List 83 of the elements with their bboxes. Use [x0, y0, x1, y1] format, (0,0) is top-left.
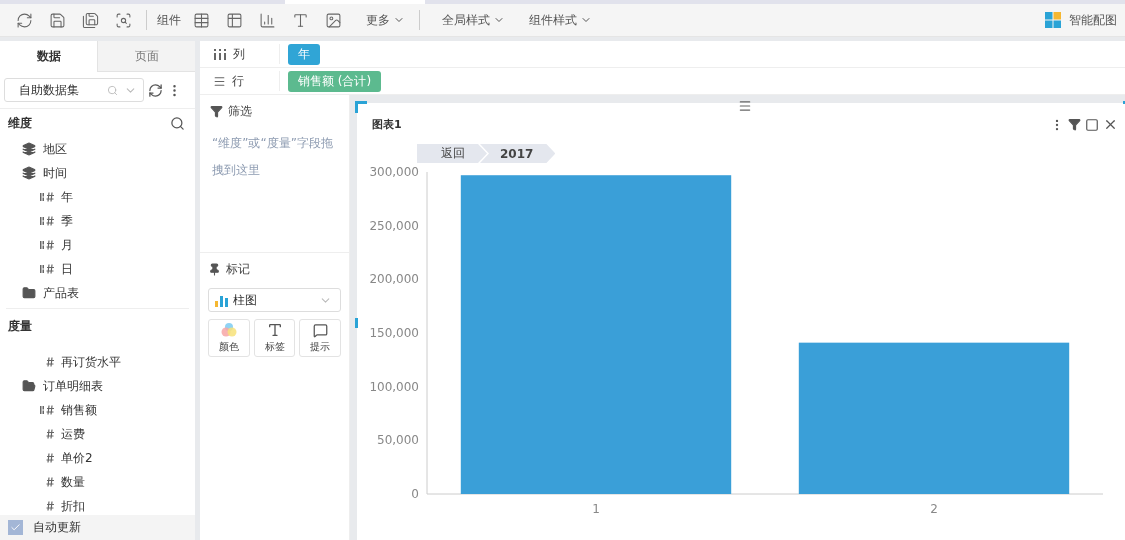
color-circles-icon	[220, 322, 237, 338]
axis-tick-label: 300,000	[369, 165, 419, 179]
checkbox-label: 自动更新	[33, 519, 81, 536]
menu-button[interactable]: 组件样式	[521, 7, 600, 33]
mark-button[interactable]: 提示	[299, 319, 341, 357]
axis-tick-label: 150,000	[369, 326, 419, 340]
section-title: 维度	[8, 114, 32, 132]
field-item[interactable]: 运费	[61, 425, 85, 443]
preview-icon	[115, 11, 132, 29]
check-icon	[10, 522, 21, 533]
panel-tab[interactable]: 页面	[97, 41, 195, 72]
field-item[interactable]: 销售额	[61, 401, 97, 419]
text-icon	[266, 322, 283, 338]
section-title: 度量	[8, 317, 32, 335]
filter-icon	[210, 105, 223, 118]
speech-bubble-icon	[312, 322, 328, 338]
field-item[interactable]: 地区	[43, 140, 67, 158]
date-field-icon	[40, 264, 54, 274]
pin-icon	[208, 263, 221, 276]
field-item[interactable]: 单价2	[61, 449, 93, 467]
field-item[interactable]: 订单明细表	[43, 377, 103, 395]
axis-tick-label: 1	[592, 502, 600, 516]
save-as-icon	[82, 11, 99, 29]
image-icon	[325, 11, 342, 29]
columns-icon	[213, 48, 227, 60]
chart-title: 图表1	[372, 117, 402, 132]
crosstab-icon	[226, 11, 243, 29]
refresh-icon	[16, 11, 33, 29]
axis-tick-label: 200,000	[369, 272, 419, 287]
menu-button[interactable]: 全局样式	[434, 7, 513, 33]
bar-chart-icon	[259, 11, 276, 29]
shelf-label: 行	[232, 72, 244, 90]
maximize-icon	[1085, 117, 1099, 132]
axis-tick-label: 250,000	[369, 218, 419, 233]
resize-corner[interactable]	[355, 101, 367, 113]
folder-icon	[22, 286, 36, 300]
menu-button[interactable]: 更多	[358, 7, 413, 33]
text-box-icon	[292, 11, 309, 29]
layers-icon	[22, 166, 36, 180]
close-icon	[1103, 117, 1118, 132]
axis-tick-label: 50,000	[377, 433, 419, 448]
breadcrumb-item[interactable]: 2017	[480, 144, 556, 163]
field-item[interactable]: 数量	[61, 473, 85, 491]
refresh-icon	[148, 82, 163, 98]
folder-icon	[22, 379, 36, 393]
date-field-icon	[40, 240, 54, 250]
date-field-icon	[40, 192, 54, 202]
bar-chart-icon	[215, 293, 228, 307]
field-item[interactable]: 再订货水平	[61, 353, 121, 371]
panel-title: 筛选	[228, 103, 252, 120]
shelf-label: 列	[233, 45, 245, 63]
axis-tick-label: 0	[411, 487, 419, 501]
mark-button[interactable]: 标签	[253, 319, 296, 357]
drop-hint: “维度”或“度量”字段拖拽到这里	[211, 135, 334, 179]
table-icon	[193, 11, 210, 29]
breadcrumb-item[interactable]: 返回	[417, 144, 487, 163]
search-icon	[170, 115, 185, 131]
axis-tick-label: 2	[930, 502, 938, 516]
checkbox[interactable]	[8, 520, 23, 535]
dataset-select[interactable]: 自助数据集	[4, 78, 144, 102]
date-field-icon	[40, 405, 54, 415]
date-field-icon	[40, 216, 54, 226]
chart-type-select[interactable]: 柱图	[208, 288, 341, 312]
save-icon	[49, 11, 66, 29]
field-item[interactable]: 折扣	[61, 497, 85, 515]
toolbar-label: 组件	[156, 11, 182, 29]
field-item[interactable]: 日	[61, 260, 73, 278]
field-item[interactable]: 年	[61, 188, 73, 206]
mark-button[interactable]: 颜色	[208, 319, 250, 357]
rows-icon	[213, 74, 226, 88]
panel-title: 标记	[226, 261, 250, 278]
field-item[interactable]: 时间	[43, 164, 67, 182]
field-item[interactable]: 季	[61, 212, 73, 230]
filter-icon	[1068, 118, 1081, 131]
field-item[interactable]: 产品表	[43, 284, 79, 302]
smart-chart-button[interactable]: 智能配图	[1045, 11, 1117, 29]
search-icon	[107, 84, 118, 96]
layers-icon	[22, 142, 36, 156]
resize-handle[interactable]	[355, 318, 358, 328]
drag-handle-icon	[738, 99, 752, 113]
grid-logo-icon	[1045, 12, 1061, 28]
axis-tick-label: 100,000	[369, 379, 419, 394]
field-item[interactable]: 月	[61, 236, 73, 254]
